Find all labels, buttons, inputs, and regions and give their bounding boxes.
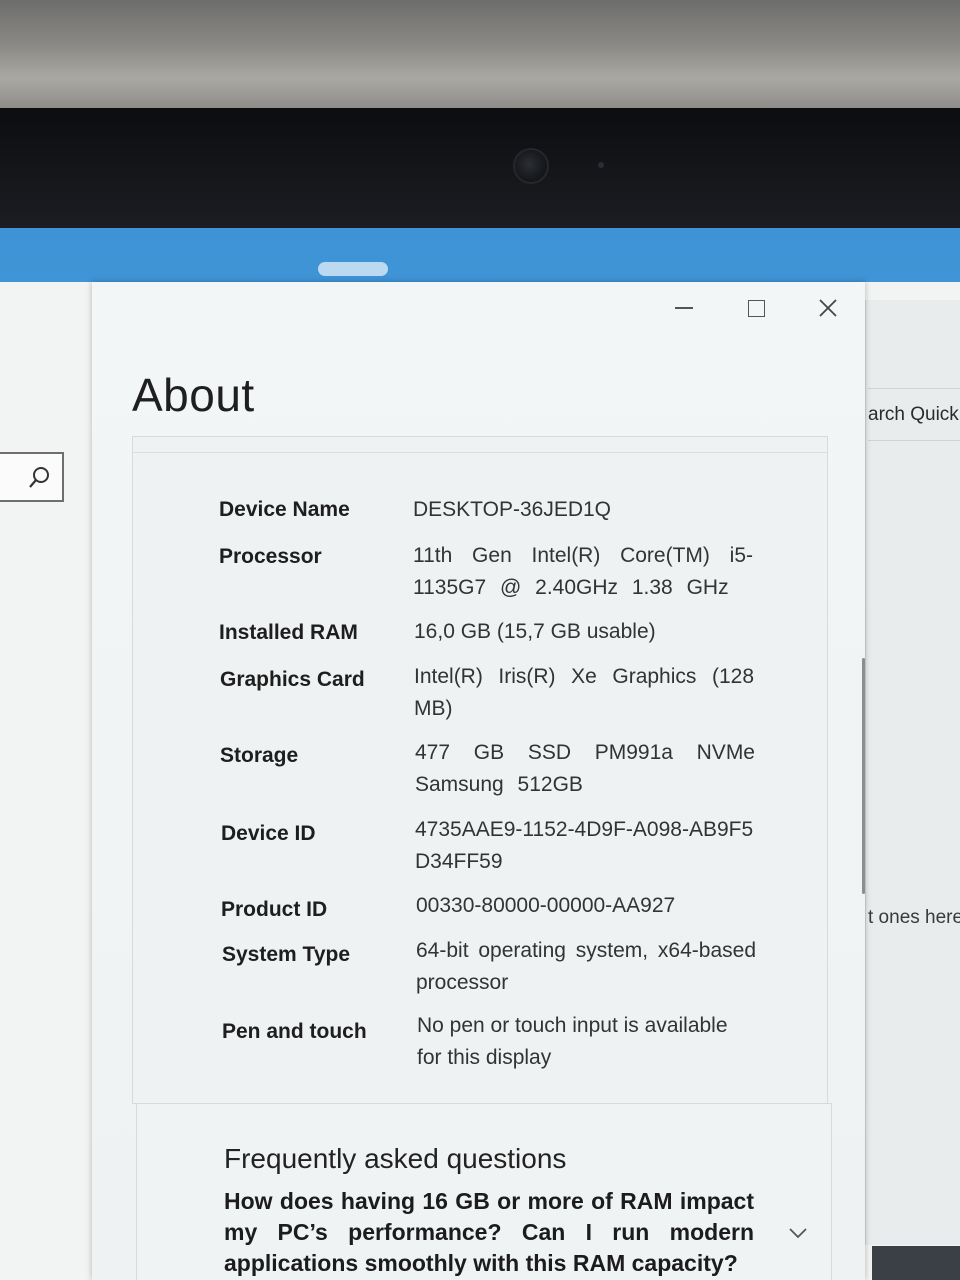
spec-label: Device Name	[219, 498, 350, 521]
page-title: About	[132, 369, 255, 421]
spec-label: Graphics Card	[220, 668, 365, 691]
desktop-wallpaper-detail	[318, 262, 388, 276]
background-panel-text: t ones here	[868, 907, 960, 928]
spec-value[interactable]: DESKTOP-36JED1Q	[413, 494, 753, 526]
spec-value[interactable]: 477 GB SSD PM991a NVMe Samsung 512GB	[415, 737, 755, 801]
card-divider	[132, 452, 828, 453]
spec-value[interactable]: 16,0 GB (15,7 GB usable)	[414, 616, 754, 648]
spec-value[interactable]: 64-bit operating system, x64-based proce…	[416, 935, 756, 999]
minimize-icon	[675, 307, 693, 309]
spec-value[interactable]: 4735AAE9-1152-4D9F-A098-AB9F5D34FF59	[415, 814, 755, 878]
camera-sensor	[598, 162, 604, 168]
laptop-bezel	[0, 108, 960, 230]
spec-label: System Type	[222, 943, 350, 966]
webcam	[513, 148, 549, 184]
spec-label: Product ID	[221, 898, 328, 921]
spec-value[interactable]: Intel(R) Iris(R) Xe Graphics (128 MB)	[414, 661, 754, 725]
spec-value[interactable]: 11th Gen Intel(R) Core(TM) i5-1135G7 @ 2…	[413, 540, 753, 604]
spec-label: Device ID	[221, 822, 316, 845]
spec-label: Processor	[219, 545, 322, 568]
maximize-button[interactable]	[736, 290, 776, 326]
spec-value[interactable]: 00330-80000-00000-AA927	[416, 890, 756, 922]
spec-label: Storage	[220, 744, 299, 767]
close-button[interactable]	[808, 290, 848, 326]
faq-question[interactable]: How does having 16 GB or more of RAM imp…	[224, 1186, 754, 1279]
scrollbar[interactable]	[862, 658, 865, 894]
taskbar-corner	[872, 1246, 960, 1280]
spec-value[interactable]: No pen or touch input is available for t…	[417, 1010, 757, 1074]
close-icon	[819, 299, 837, 317]
spec-label: Installed RAM	[219, 621, 358, 644]
divider	[868, 388, 960, 389]
chevron-down-icon[interactable]	[788, 1226, 808, 1240]
spec-label: Pen and touch	[222, 1020, 367, 1043]
minimize-button[interactable]	[664, 290, 704, 326]
divider	[868, 440, 960, 441]
background-side-panel	[865, 300, 960, 1245]
search-box[interactable]	[0, 452, 64, 502]
photo-background	[0, 0, 960, 112]
search-icon	[29, 467, 49, 488]
background-quick-link-text: arch Quick	[868, 404, 959, 425]
maximize-icon	[747, 299, 765, 317]
faq-heading: Frequently asked questions	[224, 1143, 567, 1174]
